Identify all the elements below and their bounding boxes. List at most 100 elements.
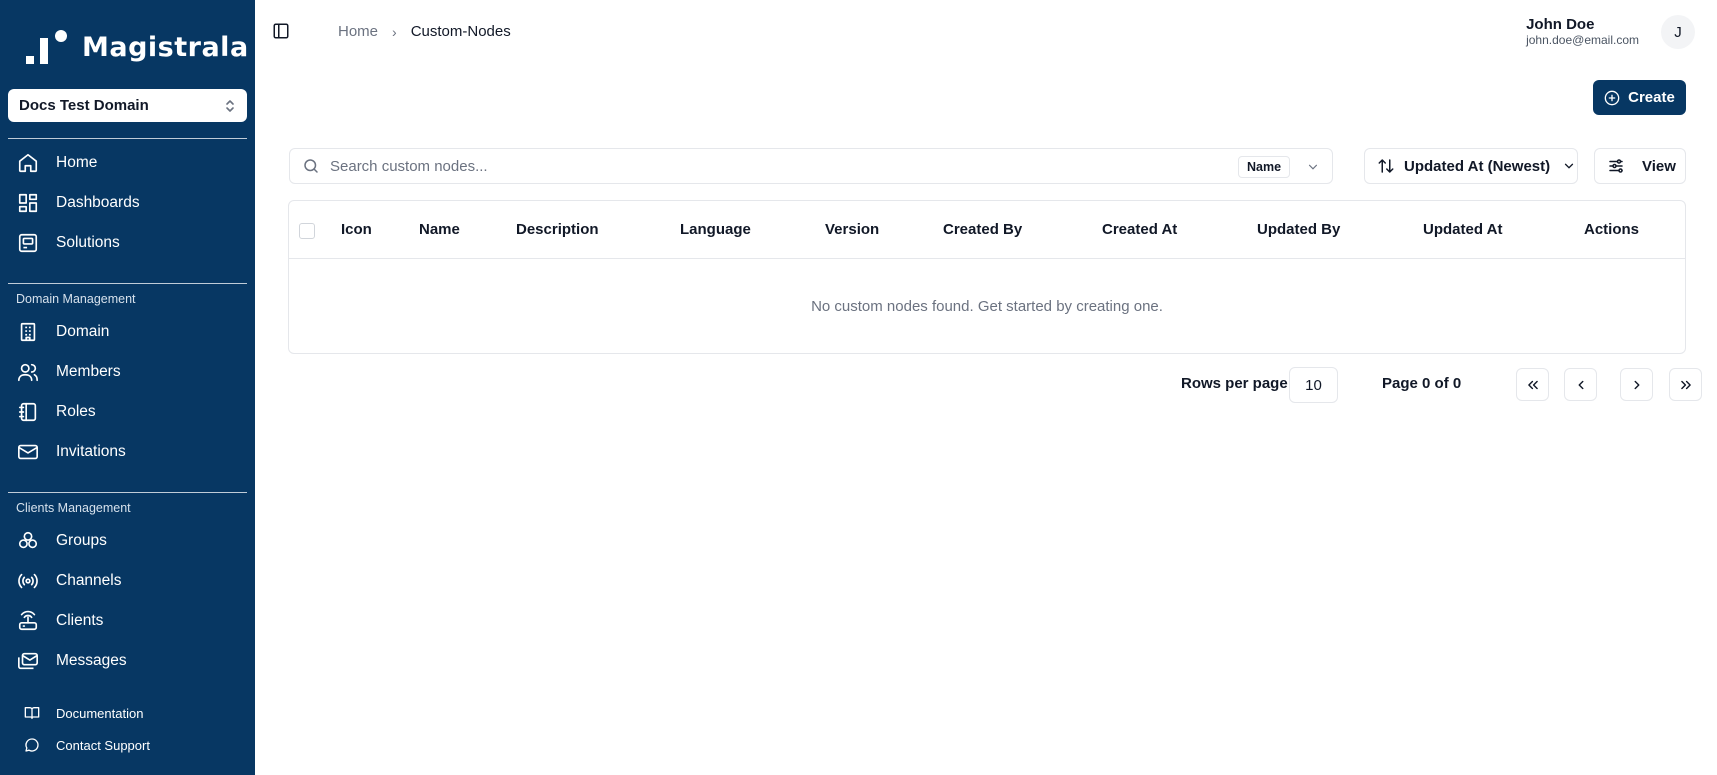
- solutions-icon: [16, 231, 40, 255]
- column-header-created-by[interactable]: Created By: [943, 221, 1022, 238]
- user-email: john.doe@email.com: [1526, 33, 1639, 47]
- groups-icon: [16, 529, 40, 553]
- sidebar-item-members[interactable]: Members: [8, 354, 247, 390]
- sidebar-item-clients[interactable]: Clients: [8, 603, 247, 639]
- column-header-created-at[interactable]: Created At: [1102, 221, 1177, 238]
- sidebar-item-label: Domain: [56, 323, 110, 340]
- sidebar-item-label: Contact Support: [56, 737, 150, 753]
- radio-icon: [16, 569, 40, 593]
- mail-icon: [16, 440, 40, 464]
- sidebar-item-roles[interactable]: Roles: [8, 394, 247, 430]
- app-name: Magistrala: [82, 31, 249, 63]
- sidebar-item-label: Dashboards: [56, 194, 140, 211]
- breadcrumb: Home › Custom-Nodes: [338, 23, 511, 40]
- logo-mark-icon: [26, 30, 68, 64]
- search-bar: Name: [289, 148, 1333, 184]
- create-button-label: Create: [1628, 89, 1675, 106]
- plus-circle-icon: [1604, 90, 1620, 105]
- sidebar-item-label: Members: [56, 363, 121, 380]
- custom-nodes-table: Icon Name Description Language Version C…: [288, 200, 1686, 354]
- app-logo[interactable]: Magistrala: [26, 30, 249, 64]
- rows-per-page-label: Rows per page: [1181, 375, 1288, 392]
- breadcrumb-current: Custom-Nodes: [410, 23, 511, 40]
- column-header-updated-by[interactable]: Updated By: [1257, 221, 1340, 238]
- domain-selector[interactable]: Docs Test Domain: [8, 89, 247, 122]
- sidebar-item-label: Home: [56, 154, 98, 171]
- sidebar-item-label: Roles: [56, 403, 96, 420]
- column-header-description[interactable]: Description: [516, 221, 599, 238]
- search-field-select[interactable]: Name: [1238, 155, 1320, 178]
- search-input[interactable]: [330, 157, 1210, 175]
- sidebar-item-home[interactable]: Home: [8, 145, 247, 181]
- create-button[interactable]: Create: [1593, 80, 1686, 115]
- search-field-value: Name: [1238, 155, 1291, 178]
- next-page-button[interactable]: [1620, 368, 1653, 401]
- breadcrumb-separator: ›: [392, 23, 397, 40]
- sidebar-item-label: Solutions: [56, 234, 120, 251]
- chevron-down-icon: [1564, 163, 1574, 169]
- first-page-button[interactable]: [1516, 368, 1549, 401]
- section-title-domain-management: Domain Management: [16, 292, 136, 306]
- empty-state-message: No custom nodes found. Get started by cr…: [811, 298, 1163, 315]
- section-title-clients-management: Clients Management: [16, 501, 131, 515]
- chevrons-up-down-icon: [226, 99, 234, 112]
- view-label: View: [1642, 157, 1676, 175]
- sidebar-divider: [8, 138, 247, 139]
- sidebar-item-label: Clients: [56, 612, 104, 629]
- user-info[interactable]: John Doe john.doe@email.com: [1526, 17, 1639, 46]
- search-icon: [304, 159, 318, 173]
- sidebar-item-label: Documentation: [56, 705, 144, 721]
- mails-icon: [16, 649, 40, 673]
- sidebar: Magistrala Docs Test Domain Home Dashboa…: [0, 0, 255, 775]
- chevron-left-icon: [1578, 380, 1583, 389]
- sidebar-item-contact-support[interactable]: Contact Support: [8, 727, 247, 763]
- building-icon: [16, 320, 40, 344]
- column-header-icon[interactable]: Icon: [341, 221, 372, 238]
- column-header-actions: Actions: [1584, 221, 1640, 238]
- sliders-icon: [1609, 159, 1623, 173]
- sort-arrows-icon: [1378, 159, 1394, 173]
- sidebar-item-label: Invitations: [56, 443, 126, 460]
- notebook-icon: [16, 400, 40, 424]
- sidebar-item-solutions[interactable]: Solutions: [8, 225, 247, 261]
- sidebar-item-dashboards[interactable]: Dashboards: [8, 185, 247, 221]
- chevron-down-icon: [1308, 164, 1318, 170]
- dashboard-icon: [16, 191, 40, 215]
- chat-icon: [22, 735, 42, 755]
- book-icon: [22, 703, 42, 723]
- sidebar-item-label: Messages: [56, 652, 127, 669]
- column-header-language[interactable]: Language: [680, 221, 751, 238]
- chevrons-left-icon: [1527, 380, 1538, 389]
- sidebar-item-invitations[interactable]: Invitations: [8, 434, 247, 470]
- rows-per-page-select[interactable]: 10: [1289, 367, 1338, 403]
- column-header-updated-at[interactable]: Updated At: [1423, 221, 1502, 238]
- sidebar-divider: [8, 283, 247, 284]
- sidebar-divider: [8, 492, 247, 493]
- sidebar-item-messages[interactable]: Messages: [8, 643, 247, 679]
- previous-page-button[interactable]: [1564, 368, 1597, 401]
- home-icon: [16, 151, 40, 175]
- page-info: Page 0 of 0: [1382, 375, 1462, 392]
- select-all-checkbox[interactable]: [299, 223, 315, 239]
- router-icon: [16, 609, 40, 633]
- last-page-button[interactable]: [1669, 368, 1702, 401]
- sidebar-item-label: Channels: [56, 572, 122, 589]
- user-name: John Doe: [1526, 16, 1595, 33]
- breadcrumb-home-link[interactable]: Home: [338, 23, 378, 40]
- sidebar-toggle-button[interactable]: [272, 22, 292, 42]
- domain-selector-value: Docs Test Domain: [19, 97, 149, 114]
- chevron-right-icon: [1634, 380, 1639, 389]
- avatar[interactable]: J: [1661, 15, 1695, 49]
- sort-label: Updated At (Newest): [1404, 157, 1551, 175]
- sidebar-item-channels[interactable]: Channels: [8, 563, 247, 599]
- sort-button[interactable]: Updated At (Newest): [1364, 148, 1578, 184]
- sidebar-item-domain[interactable]: Domain: [8, 314, 247, 350]
- sidebar-item-documentation[interactable]: Documentation: [8, 695, 247, 731]
- sidebar-item-groups[interactable]: Groups: [8, 523, 247, 559]
- view-options-button[interactable]: View: [1594, 148, 1686, 184]
- chevrons-right-icon: [1680, 380, 1691, 389]
- users-icon: [16, 360, 40, 384]
- column-header-version[interactable]: Version: [825, 221, 879, 238]
- column-header-name[interactable]: Name: [419, 221, 460, 238]
- sidebar-item-label: Groups: [56, 532, 107, 549]
